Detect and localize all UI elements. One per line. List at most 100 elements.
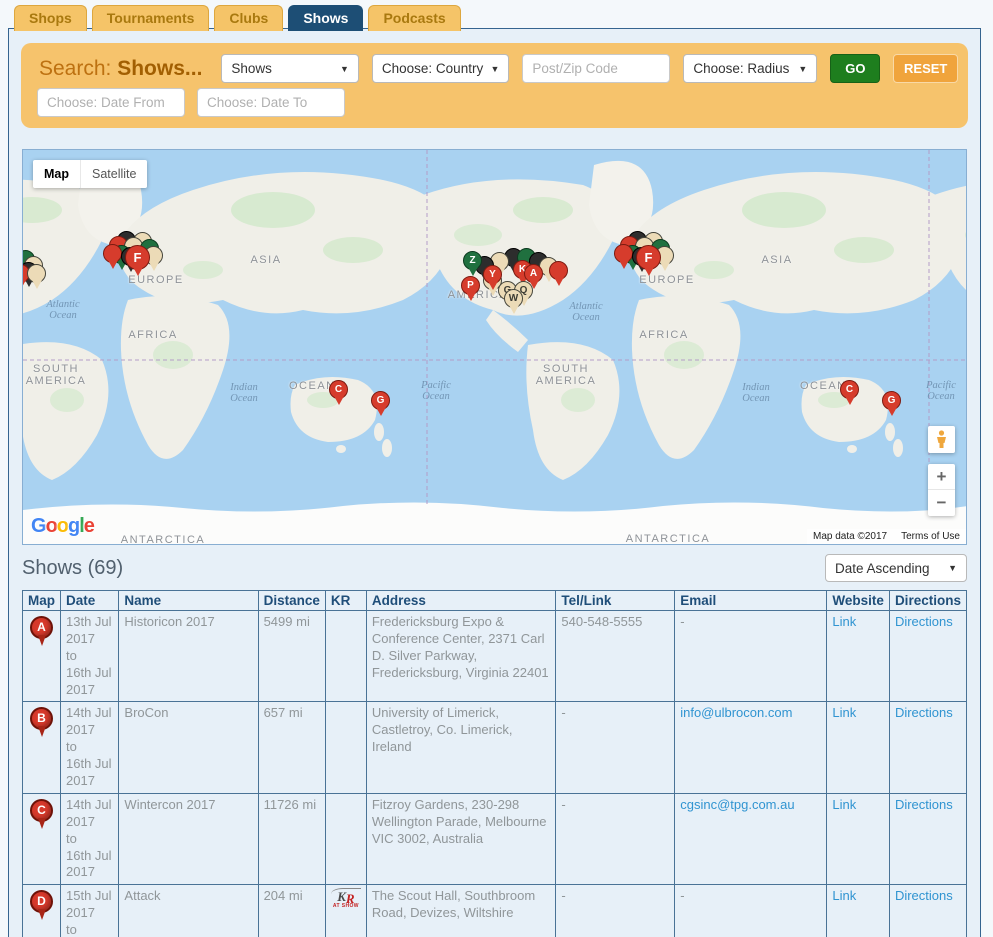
search-panel: Search: Shows... Shows▼ Choose: Country▼… — [21, 43, 968, 128]
sort-select[interactable]: Date Ascending▼ — [825, 554, 967, 582]
show-distance: 657 mi — [258, 702, 325, 793]
column-header-date: Date — [61, 591, 119, 611]
show-distance: 5499 mi — [258, 611, 325, 702]
shows-heading: Shows (69) — [22, 557, 123, 580]
show-distance: 204 mi — [258, 885, 325, 937]
tab-clubs[interactable]: Clubs — [214, 5, 283, 31]
date-to-input[interactable] — [197, 88, 345, 117]
map-landmass — [23, 150, 967, 545]
row-pin-a[interactable]: A — [30, 616, 53, 639]
kr-cell — [325, 702, 366, 793]
tab-shops[interactable]: Shops — [14, 5, 87, 31]
table-row: A13th Jul 2017to16th Jul 2017Historicon … — [23, 611, 967, 702]
website-link[interactable]: Link — [832, 888, 856, 903]
map-marker-w[interactable]: W — [504, 289, 523, 308]
show-email[interactable]: info@ulbrocon.com — [675, 702, 827, 793]
satellite-view-button[interactable]: Satellite — [80, 160, 147, 188]
map-marker-y[interactable]: Y — [483, 265, 502, 284]
date-from-input[interactable] — [37, 88, 185, 117]
show-tel: - — [556, 885, 675, 937]
map-marker-p[interactable]: P — [461, 276, 480, 295]
column-header-name: Name — [119, 591, 258, 611]
map-marker[interactable] — [103, 244, 122, 263]
website-link[interactable]: Link — [832, 705, 856, 720]
map-marker-c[interactable]: C — [329, 380, 348, 399]
map-attribution: Map data ©2017 — [813, 531, 887, 542]
country-select[interactable]: Choose: Country▼ — [372, 54, 509, 83]
show-email: - — [675, 611, 827, 702]
radius-select[interactable]: Choose: Radius▼ — [683, 54, 817, 83]
show-tel: 540-548-5555 — [556, 611, 675, 702]
directions-link[interactable]: Directions — [895, 797, 953, 812]
website-link[interactable]: Link — [832, 797, 856, 812]
zoom-control: + − — [928, 464, 955, 516]
column-header-tel-link: Tel/Link — [556, 591, 675, 611]
column-header-distance: Distance — [258, 591, 325, 611]
map-marker-g[interactable]: G — [371, 391, 390, 410]
chevron-down-icon: ▼ — [490, 64, 499, 74]
kr-cell — [325, 793, 366, 884]
kr-cell — [325, 611, 366, 702]
go-button[interactable]: GO — [830, 54, 880, 83]
map-marker-g[interactable]: G — [882, 391, 901, 410]
type-select[interactable]: Shows▼ — [221, 54, 358, 83]
column-header-kr: KR — [325, 591, 366, 611]
tab-podcasts[interactable]: Podcasts — [368, 5, 460, 31]
map-type-control: Map Satellite — [33, 160, 147, 188]
show-date: 14th Jul 2017to16th Jul 2017 — [61, 793, 119, 884]
pegman-control[interactable] — [928, 426, 955, 453]
table-row: B 14th Jul 2017to16th Jul 2017BroCon657 m… — [23, 702, 967, 793]
main-container: Search: Shows... Shows▼ Choose: Country▼… — [8, 28, 981, 937]
chevron-down-icon: ▼ — [798, 64, 807, 74]
directions-link[interactable]: Directions — [895, 705, 953, 720]
show-address: Fredericksburg Expo & Conference Center,… — [366, 611, 556, 702]
map-marker-f[interactable]: F — [125, 245, 150, 270]
show-address: The Scout Hall, Southbroom Road, Devizes… — [366, 885, 556, 937]
show-email[interactable]: cgsinc@tpg.com.au — [675, 793, 827, 884]
kr-cell: KRAT SHOW — [325, 885, 366, 937]
tab-tournaments[interactable]: Tournaments — [92, 5, 210, 31]
column-header-email: Email — [675, 591, 827, 611]
postzip-input[interactable] — [522, 54, 670, 83]
table-row: D 15th Jul 2017to16th Jul 2017Attack204 m… — [23, 885, 967, 937]
column-header-address: Address — [366, 591, 556, 611]
directions-link[interactable]: Directions — [895, 888, 953, 903]
show-name: BroCon — [119, 702, 258, 793]
map-marker-c[interactable]: C — [840, 380, 859, 399]
map-view-button[interactable]: Map — [33, 160, 80, 188]
map[interactable]: EUROPEASIAAFRICAAtlantic OceanSOUTH AMER… — [22, 149, 967, 545]
map-marker-z[interactable]: Z — [463, 251, 482, 270]
email-link[interactable]: info@ulbrocon.com — [680, 705, 792, 720]
kr-at-show-logo: KRAT SHOW — [331, 888, 361, 909]
table-row: C14th Jul 2017to16th Jul 2017Wintercon 2… — [23, 793, 967, 884]
zoom-out-button[interactable]: − — [928, 490, 955, 516]
show-date: 15th Jul 2017to16th Jul 2017 — [61, 885, 119, 937]
map-marker-f[interactable]: F — [636, 245, 661, 270]
map-marker[interactable] — [549, 261, 568, 280]
show-tel: - — [556, 702, 675, 793]
zoom-in-button[interactable]: + — [928, 464, 955, 490]
terms-of-use-link[interactable]: Terms of Use — [901, 531, 960, 542]
google-logo: Google — [31, 515, 94, 538]
show-date: 14th Jul 2017to16th Jul 2017 — [61, 702, 119, 793]
email-link[interactable]: cgsinc@tpg.com.au — [680, 797, 794, 812]
show-address: University of Limerick, Castletroy, Co. … — [366, 702, 556, 793]
column-header-map: Map — [23, 591, 61, 611]
map-marker[interactable] — [27, 264, 46, 283]
tab-shows[interactable]: Shows — [288, 5, 363, 31]
website-link[interactable]: Link — [832, 614, 856, 629]
show-name: Historicon 2017 — [119, 611, 258, 702]
row-pin-d[interactable]: D — [30, 890, 53, 913]
tab-bar: ShopsTournamentsClubsShowsPodcasts — [14, 5, 461, 31]
show-email: - — [675, 885, 827, 937]
show-distance: 11726 mi — [258, 793, 325, 884]
page: ShopsTournamentsClubsShowsPodcasts Searc… — [0, 0, 993, 937]
map-marker-a[interactable]: A — [524, 264, 543, 283]
row-pin-c[interactable]: C — [30, 799, 53, 822]
row-pin-b[interactable]: B — [30, 707, 53, 730]
directions-link[interactable]: Directions — [895, 614, 953, 629]
show-name: Attack — [119, 885, 258, 937]
map-marker[interactable] — [614, 244, 633, 263]
table-header-row: MapDateNameDistanceKRAddressTel/LinkEmai… — [23, 591, 967, 611]
reset-button[interactable]: RESET — [893, 54, 958, 83]
